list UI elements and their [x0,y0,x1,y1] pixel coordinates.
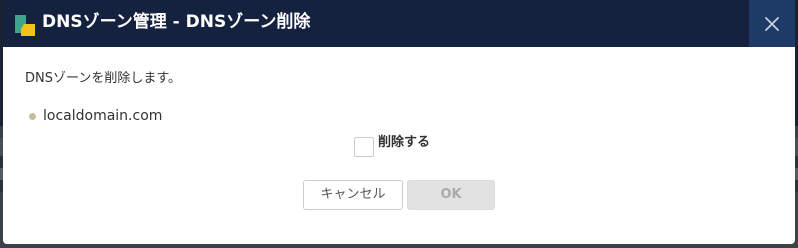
delete-zone-dialog: DNSゾーン管理 - DNSゾーン削除 DNSゾーンを削除します。 locald… [3,0,795,244]
cancel-button[interactable]: キャンセル [303,180,403,210]
confirm-delete-checkbox[interactable] [354,137,374,157]
dialog-titlebar: DNSゾーン管理 - DNSゾーン削除 [3,0,795,47]
app-logo-icon [14,13,36,37]
bullet-icon [29,112,36,120]
zone-list-item: localdomain.com [29,107,162,125]
dialog-message: DNSゾーンを削除します。 [25,71,182,86]
confirm-delete-label[interactable]: 削除する [378,134,430,152]
zone-name: localdomain.com [43,108,163,124]
dialog-title: DNSゾーン管理 - DNSゾーン削除 [42,12,311,32]
close-button[interactable] [749,0,795,47]
ok-button[interactable]: OK [407,180,495,210]
close-icon [765,17,779,31]
